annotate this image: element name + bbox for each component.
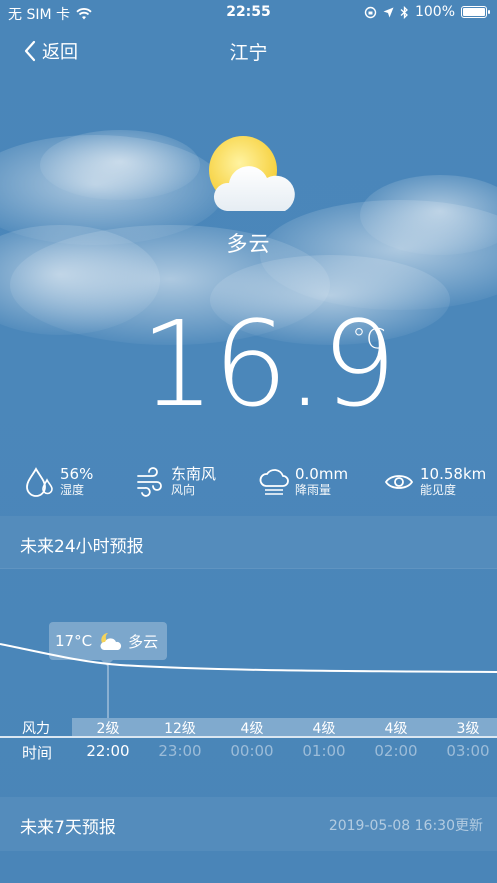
hour-tooltip: 17°C 多云 [49, 622, 167, 666]
wind-level-cell: 12级 [164, 721, 196, 737]
rain-label: 降雨量 [295, 483, 332, 497]
weather-stats: 56% 湿度 东南风 风向 0.0mm 降雨量 10.58km 能见度 [0, 466, 497, 506]
wind-direction-value: 东南风 [171, 465, 217, 483]
wind-row-label: 风力 [22, 721, 50, 737]
hour-cell[interactable]: 23:00 [144, 742, 216, 760]
rain-value: 0.0mm [295, 465, 349, 483]
visibility-stat: 10.58km 能见度 [384, 466, 486, 498]
humidity-drops-icon [26, 467, 53, 497]
rain-cloud-icon [259, 469, 289, 495]
eye-icon [384, 475, 414, 489]
status-right: 100% [364, 4, 490, 20]
weekly-title: 未来7天预报 [20, 818, 116, 838]
hourly-header: 未来24小时预报 [0, 516, 497, 568]
wind-level-cell: 3级 [456, 721, 480, 737]
battery-icon [461, 6, 490, 18]
wind-direction-label: 风向 [171, 483, 196, 497]
hour-cell[interactable]: 22:00 [72, 742, 144, 760]
weekly-forecast-header[interactable]: 未来7天预报 2019-05-08 16:30更新 [0, 797, 497, 851]
battery-fill [463, 8, 485, 16]
wind-level-cell: 2级 [96, 721, 120, 737]
wind-level-cell: 4级 [312, 721, 336, 737]
status-bar: 无 SIM 卡 22:55 100% [0, 0, 497, 26]
time-row-label: 时间 [22, 744, 53, 762]
time-axis-line [0, 736, 497, 738]
rotation-lock-icon [364, 6, 377, 18]
wind-level-cell: 4级 [240, 721, 264, 737]
time-row[interactable]: 时间 22:00 23:00 00:00 01:00 02:00 03:00 [0, 742, 497, 762]
humidity-label: 湿度 [60, 483, 85, 497]
current-condition: 多云 [226, 232, 271, 256]
visibility-value: 10.58km [420, 465, 487, 483]
tooltip-temp: 17°C [55, 632, 93, 650]
rain-stat: 0.0mm 降雨量 [259, 466, 348, 498]
hour-cell[interactable]: 01:00 [288, 742, 360, 760]
humidity-stat: 56% 湿度 [24, 466, 93, 498]
bluetooth-icon [400, 5, 408, 19]
hourly-title: 未来24小时预报 [20, 537, 144, 557]
sun-cloud-icon [209, 136, 295, 211]
location-icon [383, 7, 394, 17]
tooltip-condition: 多云 [128, 632, 159, 651]
wind-icon [137, 467, 162, 497]
wind-level-cell: 4级 [384, 721, 408, 737]
wind-stat: 东南风 风向 [135, 466, 216, 498]
page-title: 江宁 [229, 42, 268, 64]
moon-cloud-icon [100, 633, 122, 650]
hour-cell[interactable]: 03:00 [432, 742, 497, 760]
humidity-value: 56% [60, 465, 94, 483]
hour-cell[interactable]: 02:00 [360, 742, 432, 760]
update-time: 2019-05-08 16:30更新 [328, 818, 483, 834]
visibility-label: 能见度 [420, 483, 457, 497]
hour-cell[interactable]: 00:00 [216, 742, 288, 760]
battery-percent: 100% [414, 4, 455, 20]
temperature-unit: °C [352, 322, 386, 355]
wind-level-row: 风力 2级 12级 4级 4级 4级 3级 [0, 718, 497, 737]
